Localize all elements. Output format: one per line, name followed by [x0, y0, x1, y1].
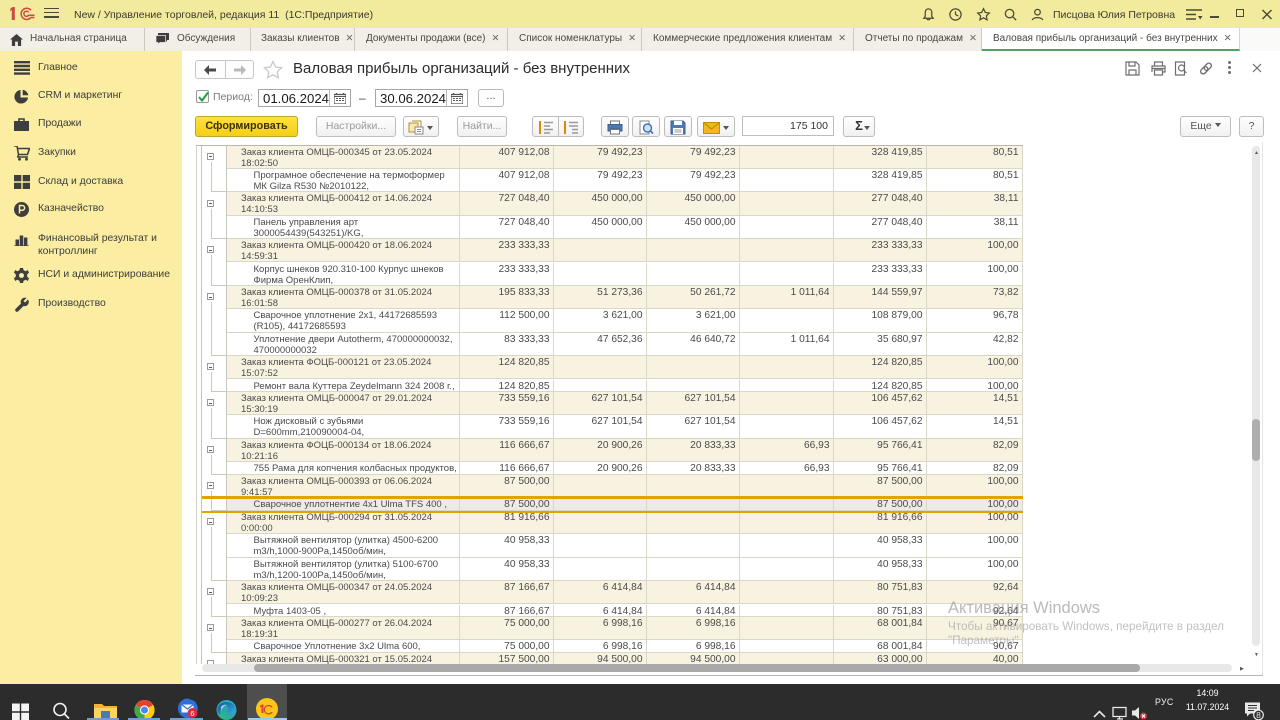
svg-text:6: 6 [190, 709, 194, 718]
svg-text:8: 8 [1256, 710, 1261, 720]
